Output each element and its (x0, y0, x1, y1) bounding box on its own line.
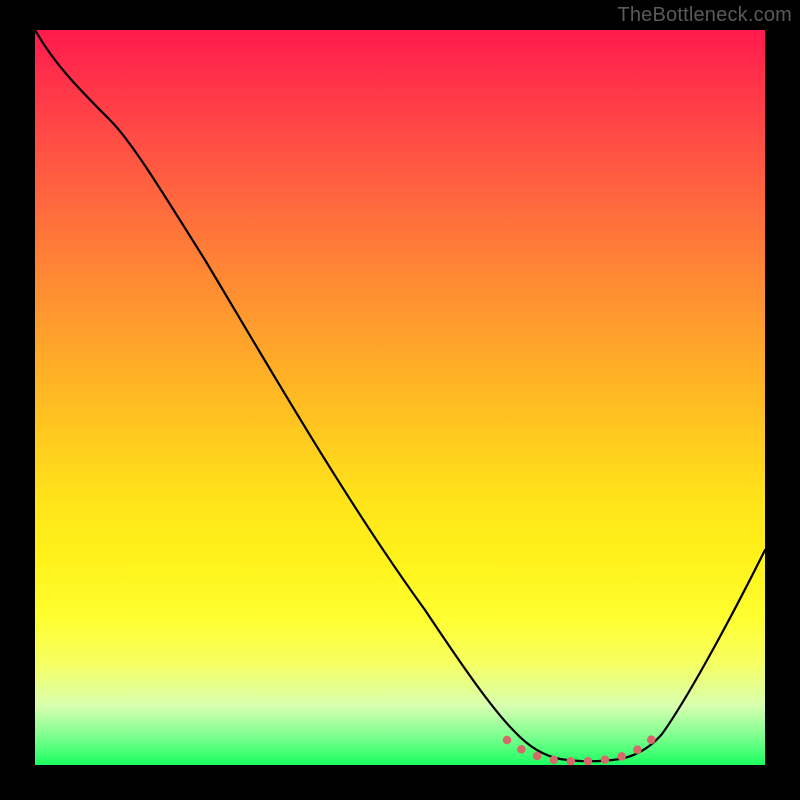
watermark-text: TheBottleneck.com (617, 4, 792, 27)
bottleneck-curve (35, 30, 765, 765)
curve-path (35, 30, 765, 761)
chart-frame: TheBottleneck.com (0, 0, 800, 800)
plot-area (35, 30, 765, 765)
optimal-range-dots (507, 738, 653, 761)
